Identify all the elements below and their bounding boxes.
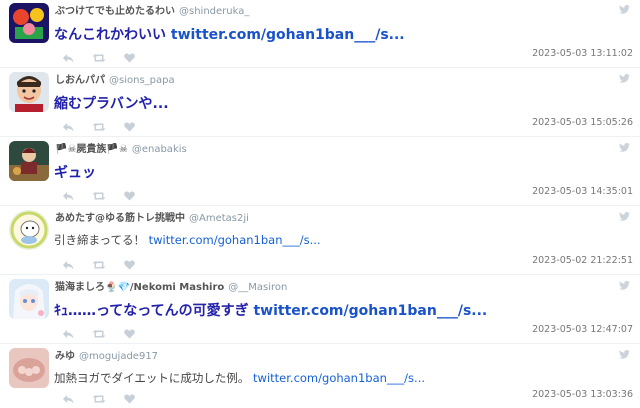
tweet-text-body: 引き締まってる！: [54, 233, 149, 247]
tweet-text-body: ｷｭ……ってなってんの可愛すぎ: [54, 303, 254, 319]
tweet-header: ぶつけてでも止めたるわい @shinderuka_: [55, 2, 249, 17]
avatar[interactable]: [9, 141, 49, 181]
reply-icon[interactable]: [62, 117, 74, 136]
tweet-link[interactable]: twitter.com/gohan1ban___/s...: [253, 303, 487, 319]
tweet-text: なんこれかわいい twitter.com/gohan1ban___/s...: [54, 24, 405, 44]
tweet-text-body: なんこれかわいい: [54, 27, 171, 43]
reply-icon[interactable]: [62, 324, 74, 343]
tweet-link[interactable]: twitter.com/gohan1ban___/s...: [171, 27, 405, 43]
tweet-text: ギュッ: [54, 162, 96, 182]
twitter-bird-icon: [619, 143, 630, 152]
tweet-actions: [62, 186, 135, 205]
tweet-actions: [62, 255, 135, 274]
tweet-text-body: 縮むプラバンや...: [54, 96, 169, 112]
tweet-item: みゆ @mogujade917 加熱ヨガでダイエットに成功した例。 twitte…: [0, 345, 640, 407]
heart-icon[interactable]: [124, 324, 135, 343]
heart-icon[interactable]: [124, 48, 135, 67]
tweet-actions: [62, 117, 135, 136]
timestamp[interactable]: 2023-05-03 13:11:02: [532, 48, 633, 59]
tweet-item: しおんパパ @sions_papa 縮むプラバンや... 2023-05-03 …: [0, 69, 640, 137]
heart-icon[interactable]: [124, 255, 135, 274]
reply-icon[interactable]: [62, 186, 74, 205]
retweet-icon[interactable]: [92, 117, 106, 136]
display-name[interactable]: ぶつけてでも止めたるわい: [55, 2, 175, 17]
tweet-text-body: 加熱ヨガでダイエットに成功した例。: [54, 371, 254, 385]
heart-icon[interactable]: [124, 117, 135, 136]
retweet-icon[interactable]: [92, 389, 106, 408]
display-name[interactable]: しおんパパ: [55, 71, 105, 86]
retweet-icon[interactable]: [92, 255, 106, 274]
tweet-header: みゆ @mogujade917: [55, 347, 158, 362]
tweet-text: 引き締まってる！ twitter.com/gohan1ban___/s...: [54, 232, 321, 248]
avatar[interactable]: [9, 348, 49, 388]
reply-icon[interactable]: [62, 389, 74, 408]
heart-icon[interactable]: [124, 186, 135, 205]
avatar[interactable]: [9, 72, 49, 112]
tweet-text: 加熱ヨガでダイエットに成功した例。 twitter.com/gohan1ban_…: [54, 370, 425, 386]
user-handle[interactable]: @mogujade917: [79, 351, 158, 362]
heart-icon[interactable]: [124, 389, 135, 408]
twitter-bird-icon: [619, 5, 630, 14]
tweet-link[interactable]: twitter.com/gohan1ban___/s...: [253, 371, 425, 385]
user-handle[interactable]: @enabakis: [132, 144, 187, 155]
display-name[interactable]: あめたす@ゆる筋トレ挑戦中: [55, 209, 185, 224]
twitter-bird-icon: [619, 350, 630, 359]
twitter-bird-icon: [619, 74, 630, 83]
tweet-item: 🏴☠屍貴族🏴☠ @enabakis ギュッ 2023-05-03 14:35:0…: [0, 138, 640, 206]
tweet-actions: [62, 389, 135, 408]
display-name[interactable]: みゆ: [55, 347, 75, 362]
reply-icon[interactable]: [62, 48, 74, 67]
twitter-bird-icon: [619, 212, 630, 221]
tweet-header: 猫海ましろ🍨💎/Nekomi Mashiro @__Masiron: [55, 278, 287, 293]
tweet-text: 縮むプラバンや...: [54, 93, 169, 113]
timestamp[interactable]: 2023-05-02 21:22:51: [532, 255, 633, 266]
retweet-icon[interactable]: [92, 48, 106, 67]
tweet-link[interactable]: twitter.com/gohan1ban___/s...: [149, 233, 321, 247]
tweet-header: 🏴☠屍貴族🏴☠ @enabakis: [55, 140, 187, 155]
tweet-text-body: ギュッ: [54, 165, 96, 181]
timestamp[interactable]: 2023-05-03 14:35:01: [532, 186, 633, 197]
twitter-bird-icon: [619, 281, 630, 290]
retweet-icon[interactable]: [92, 324, 106, 343]
timestamp[interactable]: 2023-05-03 15:05:26: [532, 117, 633, 128]
tweet-item: ぶつけてでも止めたるわい @shinderuka_ なんこれかわいい twitt…: [0, 0, 640, 68]
avatar[interactable]: [9, 279, 49, 319]
user-handle[interactable]: @sions_papa: [109, 75, 175, 86]
display-name[interactable]: 🏴☠屍貴族🏴☠: [55, 140, 128, 155]
user-handle[interactable]: @__Masiron: [228, 282, 287, 293]
tweet-header: あめたす@ゆる筋トレ挑戦中 @Ametas2ji: [55, 209, 249, 224]
timestamp[interactable]: 2023-05-03 12:47:07: [532, 324, 633, 335]
reply-icon[interactable]: [62, 255, 74, 274]
tweet-item: あめたす@ゆる筋トレ挑戦中 @Ametas2ji 引き締まってる！ twitte…: [0, 207, 640, 275]
user-handle[interactable]: @Ametas2ji: [189, 213, 249, 224]
tweet-actions: [62, 48, 135, 67]
display-name[interactable]: 猫海ましろ🍨💎/Nekomi Mashiro: [55, 278, 224, 293]
tweet-text: ｷｭ……ってなってんの可愛すぎ twitter.com/gohan1ban___…: [54, 300, 487, 320]
retweet-icon[interactable]: [92, 186, 106, 205]
tweet-feed: ぶつけてでも止めたるわい @shinderuka_ なんこれかわいい twitt…: [0, 0, 640, 407]
avatar[interactable]: [9, 210, 49, 250]
user-handle[interactable]: @shinderuka_: [179, 6, 249, 17]
avatar[interactable]: [9, 3, 49, 43]
tweet-actions: [62, 324, 135, 343]
tweet-item: 猫海ましろ🍨💎/Nekomi Mashiro @__Masiron ｷｭ……って…: [0, 276, 640, 344]
timestamp[interactable]: 2023-05-03 13:03:36: [532, 389, 633, 400]
tweet-header: しおんパパ @sions_papa: [55, 71, 175, 86]
